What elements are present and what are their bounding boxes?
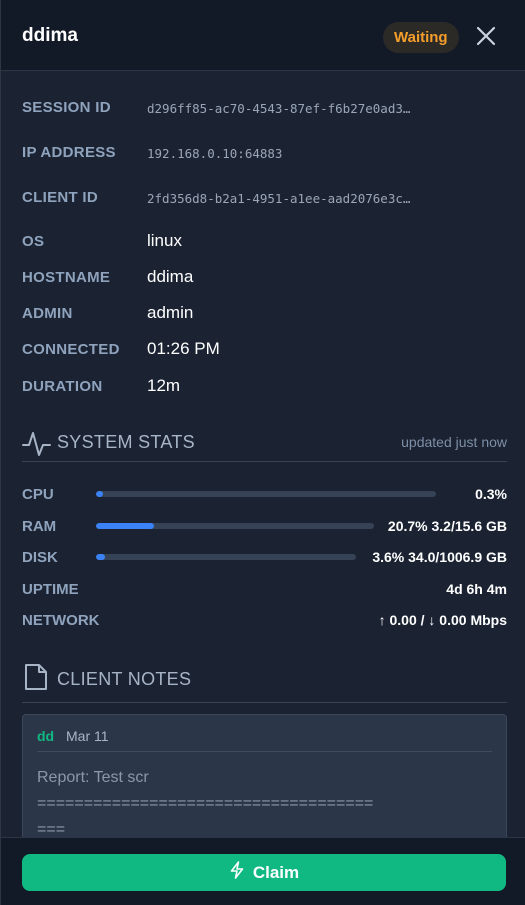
session-id-value: d296ff85-ac70-4543-87ef-f6b27e0ad3…: [147, 101, 411, 116]
session-details-panel: ddima Waiting SESSION ID d296ff85-ac70-4…: [0, 0, 525, 905]
hostname-label: HOSTNAME: [22, 269, 111, 286]
hostname-value: ddima: [147, 267, 194, 286]
system-stats-title: SYSTEM STATS: [57, 432, 195, 452]
uptime-stat: UPTIME 4d 6h 4m: [22, 579, 507, 601]
note-divider: [37, 751, 492, 752]
ram-value: 20.7% 3.2/15.6 GB: [387, 518, 507, 534]
session-id-row: SESSION ID d296ff85-ac70-4543-87ef-f6b27…: [22, 96, 507, 120]
os-row: OS linux: [22, 230, 507, 254]
ip-address-label: IP ADDRESS: [22, 144, 116, 161]
cpu-bar: [96, 491, 436, 497]
network-label: NETWORK: [22, 612, 100, 629]
client-notes-title: CLIENT NOTES: [57, 669, 192, 689]
uptime-value: 4d 6h 4m: [446, 581, 507, 597]
note-body: Report: Test scr =======================…: [37, 765, 487, 843]
stats-updated-text: updated just now: [401, 434, 507, 450]
client-id-value: 2fd356d8-b2a1-4951-a1ee-aad2076e3c…: [147, 191, 411, 206]
cpu-label: CPU: [22, 486, 54, 503]
admin-label: ADMIN: [22, 305, 73, 322]
disk-bar: [96, 554, 356, 560]
session-id-label: SESSION ID: [22, 99, 111, 116]
ip-address-row: IP ADDRESS 192.168.0.10:64883: [22, 141, 507, 165]
lightning-icon: [229, 861, 245, 884]
client-note-card: dd Mar 11 Report: Test scr =============…: [22, 714, 507, 854]
panel-title: ddima: [22, 25, 78, 46]
connected-label: CONNECTED: [22, 341, 120, 358]
close-icon[interactable]: [473, 23, 499, 49]
panel-header: ddima Waiting: [1, 0, 525, 71]
connected-value: 01:26 PM: [147, 339, 220, 358]
ram-label: RAM: [22, 518, 57, 535]
disk-value: 3.6% 34.0/1006.9 GB: [372, 549, 507, 565]
client-id-row: CLIENT ID 2fd356d8-b2a1-4951-a1ee-aad207…: [22, 186, 507, 210]
file-icon: [22, 662, 50, 697]
ram-stat: RAM 20.7% 3.2/15.6 GB: [22, 516, 507, 538]
duration-value: 12m: [147, 376, 181, 395]
duration-label: DURATION: [22, 378, 103, 395]
network-stat: NETWORK ↑ 0.00 / ↓ 0.00 Mbps: [22, 610, 507, 632]
client-notes-header: CLIENT NOTES: [22, 662, 507, 703]
duration-row: DURATION 12m: [22, 375, 507, 399]
connected-row: CONNECTED 01:26 PM: [22, 338, 507, 362]
disk-stat: DISK 3.6% 34.0/1006.9 GB: [22, 547, 507, 569]
note-line-2: ====================================: [37, 795, 374, 812]
disk-bar-fill: [96, 554, 106, 560]
os-label: OS: [22, 233, 45, 250]
cpu-stat: CPU 0.3%: [22, 484, 507, 506]
ram-bar-fill: [96, 523, 154, 529]
claim-button[interactable]: Claim: [22, 854, 506, 891]
admin-value: admin: [147, 303, 194, 322]
hostname-row: HOSTNAME ddima: [22, 266, 507, 290]
note-author: dd: [37, 728, 55, 744]
client-id-label: CLIENT ID: [22, 189, 99, 206]
ip-address-value: 192.168.0.10:64883: [147, 146, 283, 161]
system-stats-header: SYSTEM STATS updated just now: [22, 426, 507, 462]
cpu-value: 0.3%: [475, 486, 507, 502]
cpu-bar-fill: [96, 491, 104, 497]
status-badge: Waiting: [383, 22, 459, 53]
claim-label: Claim: [252, 862, 300, 882]
activity-icon: [22, 426, 52, 463]
os-value: linux: [147, 231, 182, 250]
uptime-label: UPTIME: [22, 581, 79, 598]
admin-row: ADMIN admin: [22, 302, 507, 326]
note-line-1: Report: Test scr: [37, 769, 149, 786]
network-value: ↑ 0.00 / ↓ 0.00 Mbps: [378, 612, 507, 628]
panel-footer: Claim: [1, 837, 525, 905]
note-date: Mar 11: [66, 728, 109, 744]
disk-label: DISK: [22, 549, 58, 566]
ram-bar: [96, 523, 374, 529]
